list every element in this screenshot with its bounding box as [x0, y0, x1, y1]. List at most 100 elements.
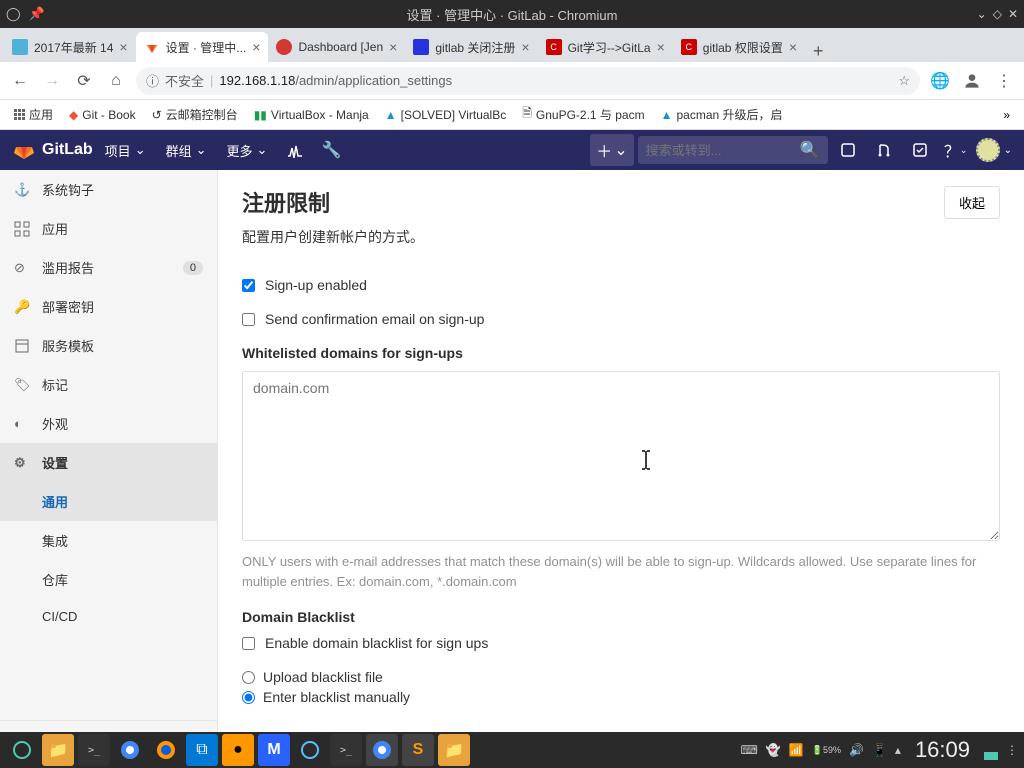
- whitelist-label: Whitelisted domains for sign-ups: [242, 345, 1000, 361]
- sidebar-abuse-reports[interactable]: ⊘ 滥用报告 0: [0, 248, 217, 287]
- menu-launcher[interactable]: [6, 734, 38, 766]
- terminal-icon-2[interactable]: >_: [330, 734, 362, 766]
- enter-manually-radio[interactable]: [242, 691, 255, 704]
- nav-wrench-icon[interactable]: 🔧: [315, 134, 347, 166]
- sublime-running-icon[interactable]: S: [402, 734, 434, 766]
- nav-more[interactable]: 更多 ⌄: [219, 141, 276, 160]
- apps-button[interactable]: 应用: [8, 102, 59, 127]
- back-button[interactable]: ←: [8, 69, 32, 93]
- chromium-running-icon[interactable]: [366, 734, 398, 766]
- issues-icon[interactable]: [832, 134, 864, 166]
- chevron-down-icon[interactable]: ⌄: [1004, 145, 1012, 156]
- tab-5[interactable]: C gitlab 权限设置 ×: [673, 32, 805, 62]
- signup-enabled-checkbox[interactable]: [242, 279, 255, 292]
- send-confirmation-checkbox[interactable]: [242, 313, 255, 326]
- search-input[interactable]: [646, 143, 800, 158]
- url-path: /admin/application_settings: [295, 73, 452, 88]
- menu-icon[interactable]: ⋮: [992, 69, 1016, 93]
- sidebar-sub-cicd[interactable]: CI/CD: [0, 599, 217, 634]
- sidebar-system-hooks[interactable]: ⚓ 系统钩子: [0, 170, 217, 209]
- bookmark-pacman[interactable]: ▲pacman 升级后，启: [655, 102, 789, 127]
- nav-label: 更多: [227, 141, 253, 160]
- key-icon: 🔑: [14, 299, 30, 315]
- enable-blacklist-checkbox[interactable]: [242, 637, 255, 650]
- nav-projects[interactable]: 项目 ⌄: [97, 141, 154, 160]
- maximize-button[interactable]: ◇: [993, 7, 1002, 21]
- merge-requests-icon[interactable]: [868, 134, 900, 166]
- nav-activity-icon[interactable]: [279, 134, 311, 166]
- tab-close-icon[interactable]: ×: [252, 39, 260, 55]
- app-icon-gear[interactable]: [294, 734, 326, 766]
- gitlab-search[interactable]: 🔍: [638, 136, 828, 164]
- todos-icon[interactable]: [904, 134, 936, 166]
- gitlab-logo[interactable]: GitLab: [12, 138, 93, 162]
- sidebar-applications[interactable]: 应用: [0, 209, 217, 248]
- user-avatar[interactable]: [976, 138, 1000, 162]
- sidebar-sub-general[interactable]: 通用: [0, 482, 217, 521]
- nav-groups[interactable]: 群组 ⌄: [158, 141, 215, 160]
- reload-button[interactable]: ⟳: [72, 69, 96, 93]
- tray-arrow-icon[interactable]: ▴: [895, 743, 901, 757]
- bookmarks-overflow[interactable]: »: [997, 108, 1016, 122]
- new-tab-button[interactable]: +: [805, 41, 832, 62]
- collapse-section-button[interactable]: 收起: [944, 186, 1000, 219]
- info-icon[interactable]: ⓘ: [146, 71, 159, 90]
- battery-icon[interactable]: 🔋59%: [812, 745, 841, 756]
- tab-close-icon[interactable]: ×: [657, 39, 665, 55]
- chevron-down-icon: ⌄: [257, 142, 268, 158]
- app-icon-m[interactable]: M: [258, 734, 290, 766]
- sidebar-sub-integrations[interactable]: 集成: [0, 521, 217, 560]
- profile-icon[interactable]: [960, 69, 984, 93]
- bookmark-solved[interactable]: ▲[SOLVED] VirtualBc: [379, 104, 513, 126]
- forward-button[interactable]: →: [40, 69, 64, 93]
- address-bar[interactable]: ⓘ 不安全 | 192.168.1.18/admin/application_s…: [136, 67, 920, 95]
- tab-close-icon[interactable]: ×: [789, 39, 797, 55]
- tab-4[interactable]: C Git学习-->GitLa ×: [538, 32, 673, 62]
- tab-close-icon[interactable]: ×: [119, 39, 127, 55]
- bookmark-label: [SOLVED] VirtualBc: [401, 108, 507, 122]
- section-description: 配置用户创建新帐户的方式。: [242, 227, 1000, 247]
- wifi-icon[interactable]: 📶: [789, 743, 804, 757]
- sidebar-service-templates[interactable]: 服务模板: [0, 326, 217, 365]
- tab-2[interactable]: Dashboard [Jen ×: [268, 32, 405, 62]
- tab-close-icon[interactable]: ×: [521, 39, 529, 55]
- tab-1[interactable]: 设置 · 管理中... ×: [136, 32, 269, 62]
- minimize-button[interactable]: ⌄: [977, 7, 987, 21]
- new-dropdown[interactable]: ＋⌄: [590, 134, 633, 166]
- terminal-icon-1[interactable]: >_: [78, 734, 110, 766]
- globe-icon[interactable]: 🌐: [928, 69, 952, 93]
- bookmark-virtualbox[interactable]: ▮▮VirtualBox - Manja: [248, 104, 375, 126]
- file-manager-running-icon[interactable]: 📁: [438, 734, 470, 766]
- ghost-icon[interactable]: 👻: [766, 743, 781, 757]
- close-button[interactable]: ✕: [1008, 7, 1018, 21]
- sidebar-settings[interactable]: ⚙ 设置: [0, 443, 217, 482]
- help-icon[interactable]: ？⌄: [940, 134, 972, 166]
- vscode-icon[interactable]: ⧉: [186, 734, 218, 766]
- volume-icon[interactable]: 🔊: [849, 743, 864, 757]
- tray-menu-icon[interactable]: ⋮: [1006, 743, 1018, 757]
- bookmark-git-book[interactable]: ◆Git - Book: [63, 104, 142, 126]
- checkbox-label: Send confirmation email on sign-up: [265, 311, 484, 327]
- star-icon[interactable]: ☆: [898, 73, 910, 89]
- keyboard-icon[interactable]: ⌨: [741, 743, 758, 757]
- search-icon[interactable]: 🔍: [800, 140, 820, 160]
- bookmark-gnupg[interactable]: 🗎GnuPG-2.1 与 pacm: [516, 100, 650, 129]
- whitelist-textarea[interactable]: [242, 371, 1000, 541]
- chromium-icon[interactable]: [114, 734, 146, 766]
- firefox-icon[interactable]: [150, 734, 182, 766]
- upload-file-radio[interactable]: [242, 671, 255, 684]
- sidebar-labels[interactable]: 🏷 标记: [0, 365, 217, 404]
- device-icon[interactable]: 📱: [872, 743, 887, 757]
- home-button[interactable]: ⌂: [104, 69, 128, 93]
- section-title: 注册限制: [242, 186, 330, 218]
- sidebar-sub-repository[interactable]: 仓库: [0, 560, 217, 599]
- sidebar-deploy-keys[interactable]: 🔑 部署密钥: [0, 287, 217, 326]
- tab-close-icon[interactable]: ×: [389, 39, 397, 55]
- tab-0[interactable]: 2017年最新 14 ×: [4, 32, 136, 62]
- sidebar-appearance[interactable]: ◐ 外观: [0, 404, 217, 443]
- bookmark-mail[interactable]: ↺云邮箱控制台: [146, 102, 244, 127]
- sublime-icon[interactable]: ●: [222, 734, 254, 766]
- clock[interactable]: 16:09: [909, 737, 976, 763]
- file-manager-icon[interactable]: 📁: [42, 734, 74, 766]
- tab-3[interactable]: gitlab 关闭注册 ×: [405, 32, 537, 62]
